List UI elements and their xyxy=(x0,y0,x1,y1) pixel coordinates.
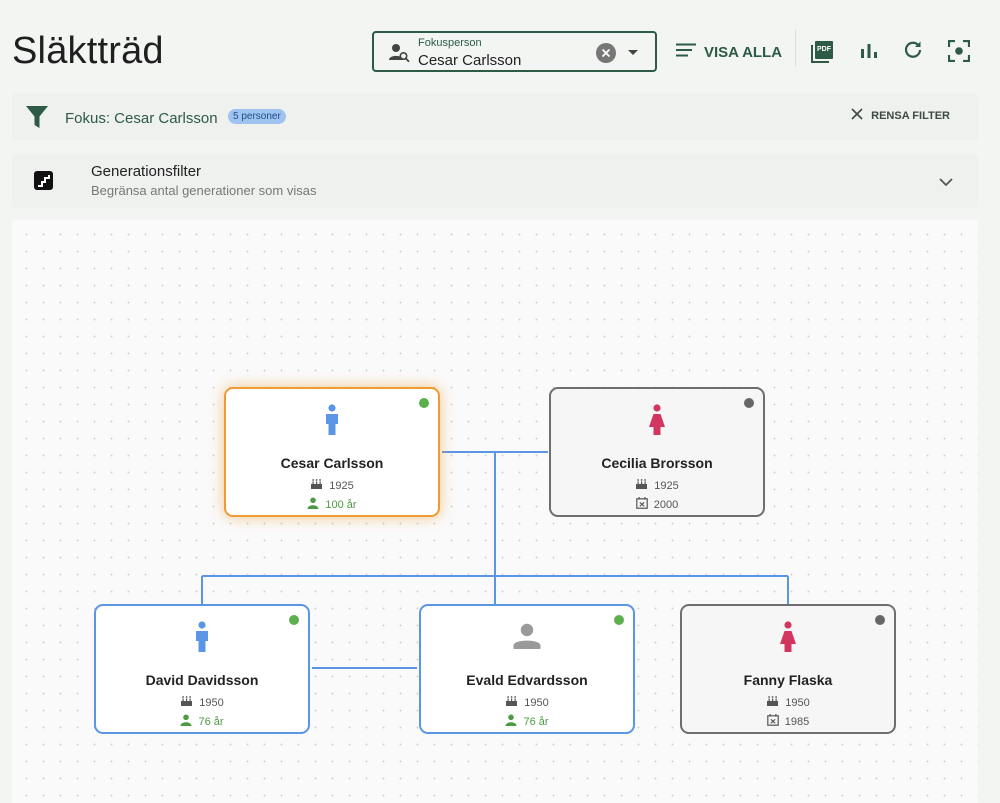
death-year: 1985 xyxy=(784,715,810,728)
clear-filter-button[interactable]: RENSA FILTER xyxy=(851,108,950,123)
person-unknown-icon xyxy=(513,623,541,654)
birthday-cake-icon xyxy=(310,478,323,493)
person-card[interactable]: David Davidsson 1950 76 år xyxy=(94,604,310,734)
refresh-button[interactable] xyxy=(901,40,925,64)
status-dot xyxy=(744,398,754,408)
filter-icon xyxy=(26,106,48,133)
person-search-icon xyxy=(388,43,410,68)
generation-filter-subtitle: Begränsa antal generationer som visas xyxy=(91,183,317,198)
person-name: David Davidsson xyxy=(145,672,259,688)
birth-year: 1950 xyxy=(199,696,224,709)
person-card[interactable]: Fanny Flaska 1950 1985 xyxy=(680,604,896,734)
dropdown-caret-icon[interactable] xyxy=(628,50,638,55)
birth-year: 1925 xyxy=(329,479,354,492)
sort-lines-icon xyxy=(676,43,696,61)
male-icon xyxy=(324,404,340,441)
focus-person-search[interactable]: Fokusperson xyxy=(372,31,657,72)
person-age-icon xyxy=(180,714,192,729)
pdf-icon: PDF xyxy=(811,41,833,63)
female-icon xyxy=(648,404,666,441)
refresh-icon xyxy=(903,40,923,65)
person-card[interactable]: Evald Edvardsson 1950 76 år xyxy=(419,604,635,734)
person-name: Fanny Flaska xyxy=(743,672,833,688)
birthday-cake-icon xyxy=(635,478,648,493)
person-age: 76 år xyxy=(523,715,549,728)
person-name: Cesar Carlsson xyxy=(280,455,384,471)
person-card[interactable]: Cecilia Brorsson 1925 2000 xyxy=(549,387,765,517)
person-count-badge: 5 personer xyxy=(228,109,286,124)
page-title: Släktträd xyxy=(12,30,164,72)
focus-center-icon xyxy=(947,39,971,67)
person-name: Cecilia Brorsson xyxy=(601,455,713,471)
person-card[interactable]: Cesar Carlsson 1925 100 år xyxy=(224,387,440,517)
clear-search-icon[interactable] xyxy=(596,43,616,63)
close-icon xyxy=(851,108,863,123)
visa-alla-label: VISA ALLA xyxy=(704,43,783,61)
person-name: Evald Edvardsson xyxy=(466,672,588,688)
birthday-cake-icon xyxy=(505,695,518,710)
death-calendar-icon xyxy=(635,497,648,512)
clear-filter-label: RENSA FILTER xyxy=(871,109,950,122)
chevron-down-icon[interactable] xyxy=(939,174,953,192)
person-age: 100 år xyxy=(325,498,357,511)
family-tree-canvas[interactable]: Cesar Carlsson 1925 100 år Cecilia Brors… xyxy=(12,220,978,803)
death-calendar-icon xyxy=(766,714,779,729)
toolbar-divider xyxy=(795,30,796,66)
pdf-label: PDF xyxy=(815,41,833,59)
death-year: 2000 xyxy=(653,498,679,511)
birthday-cake-icon xyxy=(180,695,193,710)
center-view-button[interactable] xyxy=(946,39,972,67)
female-icon xyxy=(779,621,797,658)
person-age-icon xyxy=(505,714,517,729)
focus-text: Fokus: Cesar Carlsson xyxy=(65,110,218,127)
birth-year: 1950 xyxy=(785,696,810,709)
status-dot xyxy=(875,615,885,625)
status-dot xyxy=(419,398,429,408)
bar-chart-icon xyxy=(860,41,878,64)
person-age: 76 år xyxy=(198,715,224,728)
focus-person-label: Fokusperson xyxy=(418,37,482,49)
statistics-button[interactable] xyxy=(857,40,881,64)
generation-filter-title: Generationsfilter xyxy=(91,163,202,180)
visa-alla-button[interactable]: VISA ALLA xyxy=(676,40,782,64)
birth-year: 1950 xyxy=(524,696,549,709)
male-icon xyxy=(194,621,210,658)
focus-bar: Fokus: Cesar Carlsson 5 personer RENSA F… xyxy=(12,94,978,140)
stairs-icon xyxy=(34,171,53,190)
generation-filter-panel[interactable]: Generationsfilter Begränsa antal generat… xyxy=(12,154,978,208)
status-dot xyxy=(289,615,299,625)
person-age-icon xyxy=(307,497,319,512)
birth-year: 1925 xyxy=(654,479,679,492)
focus-person-input[interactable] xyxy=(418,50,558,70)
export-pdf-button[interactable]: PDF xyxy=(810,40,834,64)
birthday-cake-icon xyxy=(766,695,779,710)
status-dot xyxy=(614,615,624,625)
